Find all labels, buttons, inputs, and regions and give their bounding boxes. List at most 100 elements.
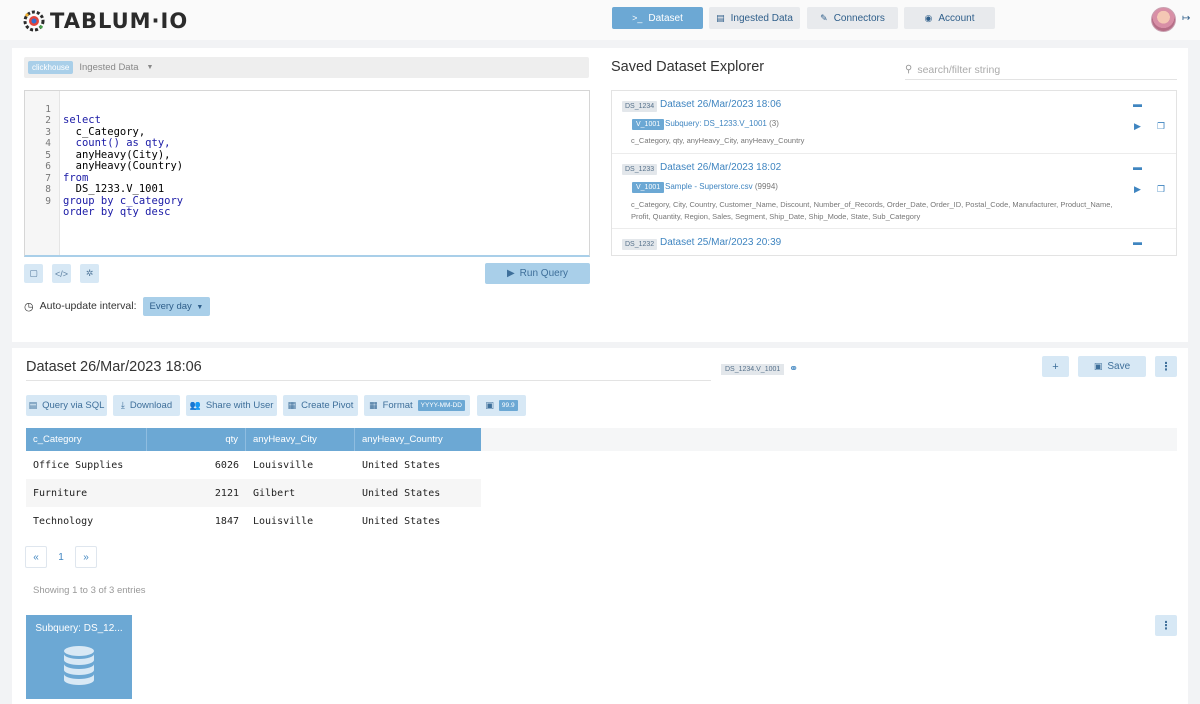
table-row: Technology 1847 Louisville United States <box>26 507 481 535</box>
dataset-view-tag: DS_1234.V_1001 <box>721 364 785 375</box>
search-icon: ⚲ <box>905 64 913 75</box>
brand-logo[interactable]: TABLUM·IO <box>22 8 188 34</box>
auto-update-dropdown[interactable]: Every day ▼ <box>142 296 211 316</box>
folder-open-icon[interactable]: ▬ <box>1133 99 1142 109</box>
play-icon[interactable]: ▶ <box>1134 121 1141 132</box>
column-header[interactable]: anyHeavy_Country <box>355 428 481 451</box>
pagination-next-button[interactable]: » <box>75 546 97 568</box>
list-item: DS_1232 Dataset 25/Mar/2023 20:39 ▬ <box>612 229 1176 255</box>
link-icon[interactable]: ⚭ <box>789 362 798 375</box>
code-line: 4 anyHeavy(City), <box>45 138 171 161</box>
new-file-button[interactable]: ▢ <box>24 264 43 283</box>
code-line: 3 count() as qty, <box>45 126 171 149</box>
create-pivot-button[interactable]: ▦ Create Pivot <box>283 395 358 416</box>
database-icon <box>64 646 94 685</box>
file-icon: ▢ <box>29 268 38 278</box>
source-label: Ingested Data <box>79 62 139 73</box>
dataset-id-tag: DS_1232 <box>622 239 658 250</box>
table-cell: Furniture <box>33 487 88 499</box>
dataset-explorer-list: DS_1234 Dataset 26/Mar/2023 18:06 ▬ V_10… <box>611 90 1177 256</box>
save-icon: ▣ <box>1093 361 1103 371</box>
vertical-dots-icon: ⋮ <box>1160 620 1172 632</box>
code-line: 2 c_Category, <box>45 115 146 138</box>
dataset-title-input[interactable]: Dataset 26/Mar/2023 18:06 <box>26 357 711 381</box>
plug-icon: ✎ <box>820 12 828 23</box>
sql-editor[interactable]: 1 select 2 c_Category, 3 count() as qty,… <box>24 90 590 257</box>
explorer-search-input[interactable]: ⚲ search/filter string <box>905 60 1177 80</box>
gear-icon: ✲ <box>85 268 94 278</box>
date-format-button[interactable]: ▦ Format YYYY-MM-DD <box>364 395 470 416</box>
dataset-id-tag: DS_1234 <box>622 101 658 112</box>
subquery-card[interactable]: Subquery: DS_12... <box>26 615 132 699</box>
column-header[interactable]: c_Category <box>26 428 147 451</box>
folder-open-icon[interactable]: ▬ <box>1133 162 1142 172</box>
logout-icon[interactable]: ↦ <box>1182 13 1190 24</box>
download-icon: ⤓ <box>120 400 125 410</box>
calculator-icon: ▣ <box>485 400 494 410</box>
number-format-value: 99.9 <box>498 400 518 411</box>
view-title-link[interactable]: Subquery: DS_1233.V_1001 (3) <box>665 119 779 128</box>
table-cell: Louisville <box>253 515 314 527</box>
column-header[interactable]: qty <box>147 428 246 451</box>
save-button[interactable]: ▣ Save <box>1078 356 1146 377</box>
user-circle-icon: ◉ <box>924 12 933 23</box>
play-icon: ▶ <box>506 268 515 279</box>
nav-account-button[interactable]: ◉ Account <box>904 7 995 29</box>
dataset-title-link[interactable]: Dataset 26/Mar/2023 18:02 <box>660 162 781 173</box>
query-via-sql-button[interactable]: ▤ Query via SQL <box>26 395 107 416</box>
save-label: Save <box>1107 361 1131 372</box>
pagination-prev-button[interactable]: « <box>25 546 47 568</box>
calendar-icon: ▦ <box>369 400 378 410</box>
share-with-user-button[interactable]: 👥 Share with User <box>186 395 277 416</box>
list-item: DS_1234 Dataset 26/Mar/2023 18:06 ▬ V_10… <box>612 91 1176 154</box>
code-line: 9 order by qty desc <box>45 195 171 218</box>
plus-icon: + <box>1052 360 1059 373</box>
query-via-sql-label: Query via SQL <box>42 400 105 411</box>
add-button[interactable]: + <box>1042 356 1069 377</box>
nav-account-label: Account <box>938 12 975 24</box>
nav-dataset-button[interactable]: >_ Dataset <box>612 7 703 29</box>
code-line: 1 select <box>45 103 101 126</box>
format-code-button[interactable]: </> <box>52 264 71 283</box>
avatar[interactable] <box>1151 7 1176 32</box>
terminal-icon: >_ <box>632 13 643 23</box>
explorer-title: Saved Dataset Explorer <box>611 59 765 75</box>
table-cell: United States <box>362 459 441 471</box>
download-button[interactable]: ⤓ Download <box>113 395 180 416</box>
table-icon: ▤ <box>716 12 725 23</box>
copy-icon[interactable]: ❐ <box>1157 121 1165 132</box>
view-id-tag: V_1001 <box>632 182 665 193</box>
search-placeholder: search/filter string <box>917 63 1001 76</box>
vertical-dots-icon: ⋮ <box>1160 361 1172 373</box>
code-line: 8 group by c_Category <box>45 184 184 207</box>
pagination-page-1[interactable]: 1 <box>50 546 72 568</box>
run-query-label: Run Query <box>519 268 569 279</box>
caret-down-icon: ▼ <box>146 64 154 71</box>
download-label: Download <box>129 400 173 411</box>
table-cell: Gilbert <box>253 487 296 499</box>
code-line: 7 DS_1233.V_1001 <box>45 172 165 195</box>
card-more-options-button[interactable]: ⋮ <box>1155 615 1177 636</box>
source-selector[interactable]: clickhouse Ingested Data ▼ <box>24 57 589 78</box>
table-cell: United States <box>362 515 441 527</box>
number-format-button[interactable]: ▣ 99.9 <box>477 395 526 416</box>
view-id-tag: V_1001 <box>632 119 665 130</box>
folder-open-icon[interactable]: ▬ <box>1133 237 1142 247</box>
share-label: Share with User <box>205 400 274 411</box>
column-header[interactable]: anyHeavy_City <box>246 428 355 451</box>
nav-dataset-label: Dataset <box>648 12 683 24</box>
run-query-button[interactable]: ▶ Run Query <box>485 263 590 284</box>
auto-update-value: Every day <box>149 300 192 312</box>
more-options-button[interactable]: ⋮ <box>1155 356 1177 377</box>
nav-ingested-data-button[interactable]: ▤ Ingested Data <box>709 7 800 29</box>
nav-connectors-label: Connectors <box>833 12 885 24</box>
play-icon[interactable]: ▶ <box>1134 184 1141 195</box>
settings-button[interactable]: ✲ <box>80 264 99 283</box>
dataset-title-link[interactable]: Dataset 26/Mar/2023 18:06 <box>660 99 781 110</box>
copy-icon[interactable]: ❐ <box>1157 184 1165 195</box>
view-title-link[interactable]: Sample - Superstore.csv (9994) <box>665 182 778 191</box>
nav-connectors-button[interactable]: ✎ Connectors <box>807 7 898 29</box>
entries-info: Showing 1 to 3 of 3 entries <box>33 585 146 596</box>
dataset-title-link[interactable]: Dataset 25/Mar/2023 20:39 <box>660 237 781 248</box>
dataset-columns: c_Category, qty, anyHeavy_City, anyHeavy… <box>631 136 805 145</box>
